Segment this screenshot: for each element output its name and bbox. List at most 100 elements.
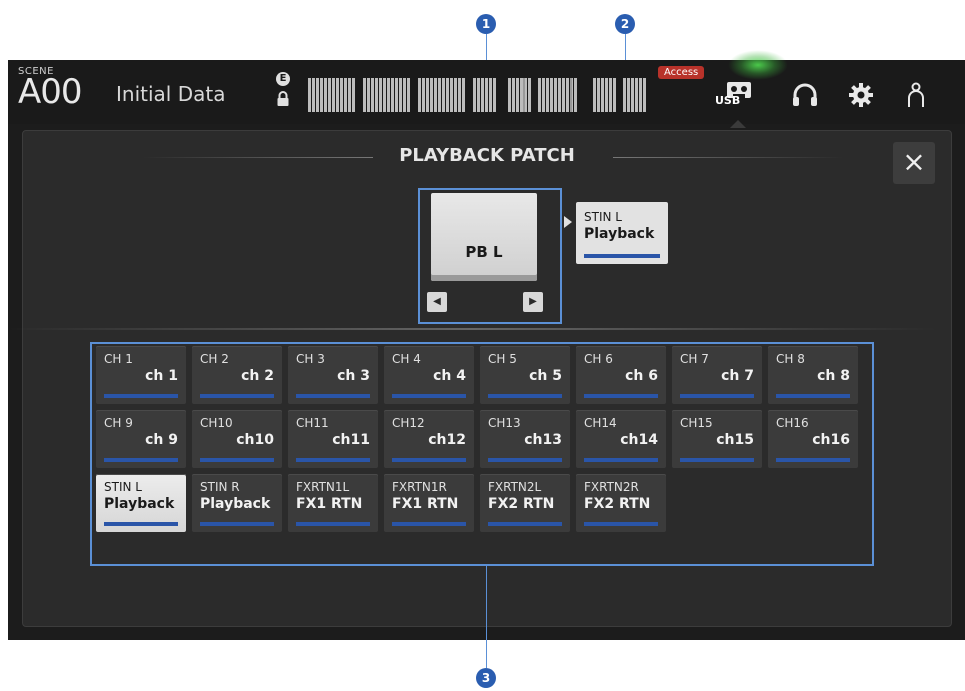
channel-button[interactable]: FXRTN2L FX2 RTN bbox=[480, 474, 570, 532]
meter-bar bbox=[352, 78, 355, 112]
level-meters bbox=[308, 78, 653, 112]
meter-bar bbox=[426, 78, 429, 112]
channel-name: ch 5 bbox=[529, 368, 562, 384]
meter-bar bbox=[418, 78, 421, 112]
meter-bar bbox=[493, 78, 496, 112]
channel-id: CH13 bbox=[488, 416, 521, 430]
channel-button[interactable]: CH 6 ch 6 bbox=[576, 346, 666, 404]
channel-button[interactable]: CH10 ch10 bbox=[192, 410, 282, 468]
channel-name: ch11 bbox=[332, 432, 370, 448]
channel-button[interactable]: CH 8 ch 8 bbox=[768, 346, 858, 404]
meter-bar bbox=[379, 78, 382, 112]
meter-bar bbox=[542, 78, 545, 112]
scene-title[interactable]: Initial Data bbox=[116, 82, 225, 106]
meter-bar bbox=[391, 78, 394, 112]
meter-bar bbox=[438, 78, 441, 112]
prev-source-button[interactable]: ◀ bbox=[427, 292, 447, 312]
channel-name: FX1 RTN bbox=[392, 496, 459, 512]
user-icon[interactable] bbox=[901, 80, 931, 110]
meter-bar bbox=[631, 78, 634, 112]
meter-bar bbox=[593, 78, 596, 112]
channel-name: ch 9 bbox=[145, 432, 178, 448]
meter-bar bbox=[601, 78, 604, 112]
channel-color-bar bbox=[392, 394, 466, 398]
channel-name: ch 3 bbox=[337, 368, 370, 384]
left-arrow-icon: ◀ bbox=[433, 296, 441, 307]
meter-bar bbox=[442, 78, 445, 112]
channel-color-bar bbox=[776, 458, 850, 462]
channel-id: CH 3 bbox=[296, 352, 325, 366]
meter-bar bbox=[312, 78, 315, 112]
meter-bar bbox=[450, 78, 453, 112]
meter-bar bbox=[643, 78, 646, 112]
channel-id: CH10 bbox=[200, 416, 233, 430]
channel-button[interactable]: CH11 ch11 bbox=[288, 410, 378, 468]
meter-bar bbox=[344, 78, 347, 112]
meter-bar bbox=[458, 78, 461, 112]
meter-separator bbox=[523, 78, 525, 112]
channel-id: CH 1 bbox=[104, 352, 133, 366]
e-icon: E bbox=[276, 72, 290, 86]
meter-bar bbox=[574, 78, 577, 112]
channel-id: STIN R bbox=[200, 480, 240, 494]
channel-name: FX2 RTN bbox=[584, 496, 651, 512]
channel-button[interactable]: CH13 ch13 bbox=[480, 410, 570, 468]
channel-name: ch15 bbox=[716, 432, 754, 448]
meter-bar bbox=[407, 78, 410, 112]
meter-bar bbox=[462, 78, 465, 112]
channel-color-bar bbox=[584, 458, 658, 462]
channel-button[interactable]: STIN R Playback bbox=[192, 474, 282, 532]
meter-bar bbox=[528, 78, 531, 112]
channel-name: ch 4 bbox=[433, 368, 466, 384]
gear-icon[interactable] bbox=[846, 80, 876, 110]
channel-button[interactable]: FXRTN1R FX1 RTN bbox=[384, 474, 474, 532]
channel-id: CH11 bbox=[296, 416, 329, 430]
channel-id: CH 7 bbox=[680, 352, 709, 366]
next-source-button[interactable]: ▶ bbox=[523, 292, 543, 312]
channel-button[interactable]: CH16 ch16 bbox=[768, 410, 858, 468]
destination-button[interactable]: STIN L Playback bbox=[576, 202, 668, 264]
channel-button[interactable]: CH 2 ch 2 bbox=[192, 346, 282, 404]
meter-bar bbox=[546, 78, 549, 112]
meter-bar bbox=[375, 78, 378, 112]
meter-bar bbox=[623, 78, 626, 112]
playback-source-button[interactable]: PB L bbox=[431, 193, 537, 281]
destination-channel: STIN L bbox=[584, 210, 622, 224]
channel-button[interactable]: STIN L Playback bbox=[96, 474, 186, 532]
meter-bar bbox=[627, 78, 630, 112]
callout-3-line bbox=[486, 564, 487, 668]
meter-bar bbox=[512, 78, 515, 112]
channel-color-bar bbox=[488, 522, 562, 526]
channel-button[interactable]: CH12 ch12 bbox=[384, 410, 474, 468]
channel-id: FXRTN2L bbox=[488, 480, 542, 494]
channel-button[interactable]: CH 4 ch 4 bbox=[384, 346, 474, 404]
headphones-icon[interactable] bbox=[790, 80, 820, 110]
channel-button[interactable]: FXRTN1L FX1 RTN bbox=[288, 474, 378, 532]
meter-bar bbox=[340, 78, 343, 112]
channel-color-bar bbox=[200, 522, 274, 526]
channel-button[interactable]: CH14 ch14 bbox=[576, 410, 666, 468]
destination-color-bar bbox=[584, 254, 660, 258]
channel-id: CH 5 bbox=[488, 352, 517, 366]
meter-separator bbox=[570, 78, 572, 112]
scene-number[interactable]: A00 bbox=[18, 72, 83, 112]
channel-button[interactable]: CH 1 ch 1 bbox=[96, 346, 186, 404]
channel-button[interactable]: CH 3 ch 3 bbox=[288, 346, 378, 404]
channel-id: CH 4 bbox=[392, 352, 421, 366]
meter-bar bbox=[308, 78, 311, 112]
channel-name: ch 2 bbox=[241, 368, 274, 384]
channel-color-bar bbox=[200, 458, 274, 462]
channel-button[interactable]: FXRTN2R FX2 RTN bbox=[576, 474, 666, 532]
channel-button[interactable]: CH 9 ch 9 bbox=[96, 410, 186, 468]
meter-bar bbox=[348, 78, 351, 112]
channel-id: CH 2 bbox=[200, 352, 229, 366]
channel-name: Playback bbox=[200, 496, 271, 512]
channel-id: CH 9 bbox=[104, 416, 133, 430]
channel-button[interactable]: CH 5 ch 5 bbox=[480, 346, 570, 404]
meter-bar bbox=[485, 78, 488, 112]
channel-id: CH15 bbox=[680, 416, 713, 430]
channel-button[interactable]: CH 7 ch 7 bbox=[672, 346, 762, 404]
close-button[interactable]: × bbox=[893, 142, 935, 184]
channel-name: ch 7 bbox=[721, 368, 754, 384]
channel-button[interactable]: CH15 ch15 bbox=[672, 410, 762, 468]
